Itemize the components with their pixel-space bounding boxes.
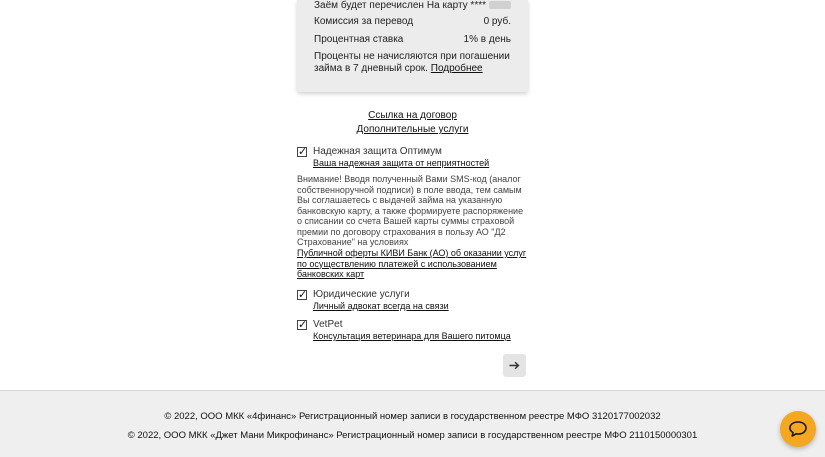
legal-subtitle-link[interactable]: Личный адвокат всегда на связи	[313, 301, 449, 311]
legal-title: Юридические услуги	[313, 289, 410, 300]
transfer-value: На карту ****	[427, 0, 511, 11]
next-button[interactable]	[503, 354, 526, 377]
protection-checkbox[interactable]: ✓	[297, 147, 307, 158]
footer: © 2022, ООО МКК «4финанс» Регистрационны…	[0, 390, 825, 457]
public-offer-link[interactable]: Публичной оферты КИВИ Банк (АО) об оказа…	[297, 248, 526, 279]
vetpet-title: VetPet	[313, 319, 343, 330]
extra-services-link[interactable]: Дополнительные услуги	[357, 124, 469, 135]
extra-services-link-wrap: Дополнительные услуги	[297, 124, 528, 135]
card-number-mask	[489, 1, 511, 10]
commission-value: 0 руб.	[483, 16, 511, 27]
arrow-right-icon	[509, 361, 520, 370]
commission-label: Комиссия за перевод	[314, 16, 414, 27]
rate-label: Процентная ставка	[314, 34, 404, 45]
interest-note: Проценты не начисляются при погашении за…	[314, 51, 510, 74]
loan-summary-card: Заём будет перечислен На карту **** Коми…	[297, 0, 528, 92]
contract-link[interactable]: Ссылка на договор	[368, 110, 457, 121]
vetpet-subtitle-link[interactable]: Консультация ветеринара для Вашего питом…	[313, 331, 511, 341]
commission-row: Комиссия за перевод 0 руб.	[314, 16, 511, 27]
legal-checkbox[interactable]: ✓	[297, 290, 307, 301]
transfer-row: Заём будет перечислен На карту ****	[314, 0, 511, 11]
protection-subtitle-link[interactable]: Ваша надежная защита от неприятностей	[313, 158, 489, 168]
vetpet-checkbox[interactable]: ✓	[297, 320, 307, 331]
public-offer-wrap: Публичной оферты КИВИ Банк (АО) об оказа…	[297, 248, 529, 280]
transfer-label: Заём будет перечислен	[314, 0, 424, 11]
chat-button[interactable]	[780, 411, 816, 447]
chat-bubble-icon	[789, 421, 807, 437]
protection-title: Надежная защита Оптимум	[313, 146, 442, 157]
rate-value: 1% в день	[463, 34, 511, 45]
rate-row: Процентная ставка 1% в день	[314, 34, 511, 45]
sms-consent-warning: Внимание! Вводя полученный Вами SMS-код …	[297, 174, 524, 247]
more-info-link[interactable]: Подробнее	[431, 63, 483, 74]
footer-copyright-4finance: © 2022, ООО МКК «4финанс» Регистрационны…	[164, 411, 661, 422]
contract-link-wrap: Ссылка на договор	[297, 110, 528, 121]
footer-copyright-jetmoney: © 2022, ООО МКК «Джет Мани Микрофинанс» …	[127, 430, 698, 441]
